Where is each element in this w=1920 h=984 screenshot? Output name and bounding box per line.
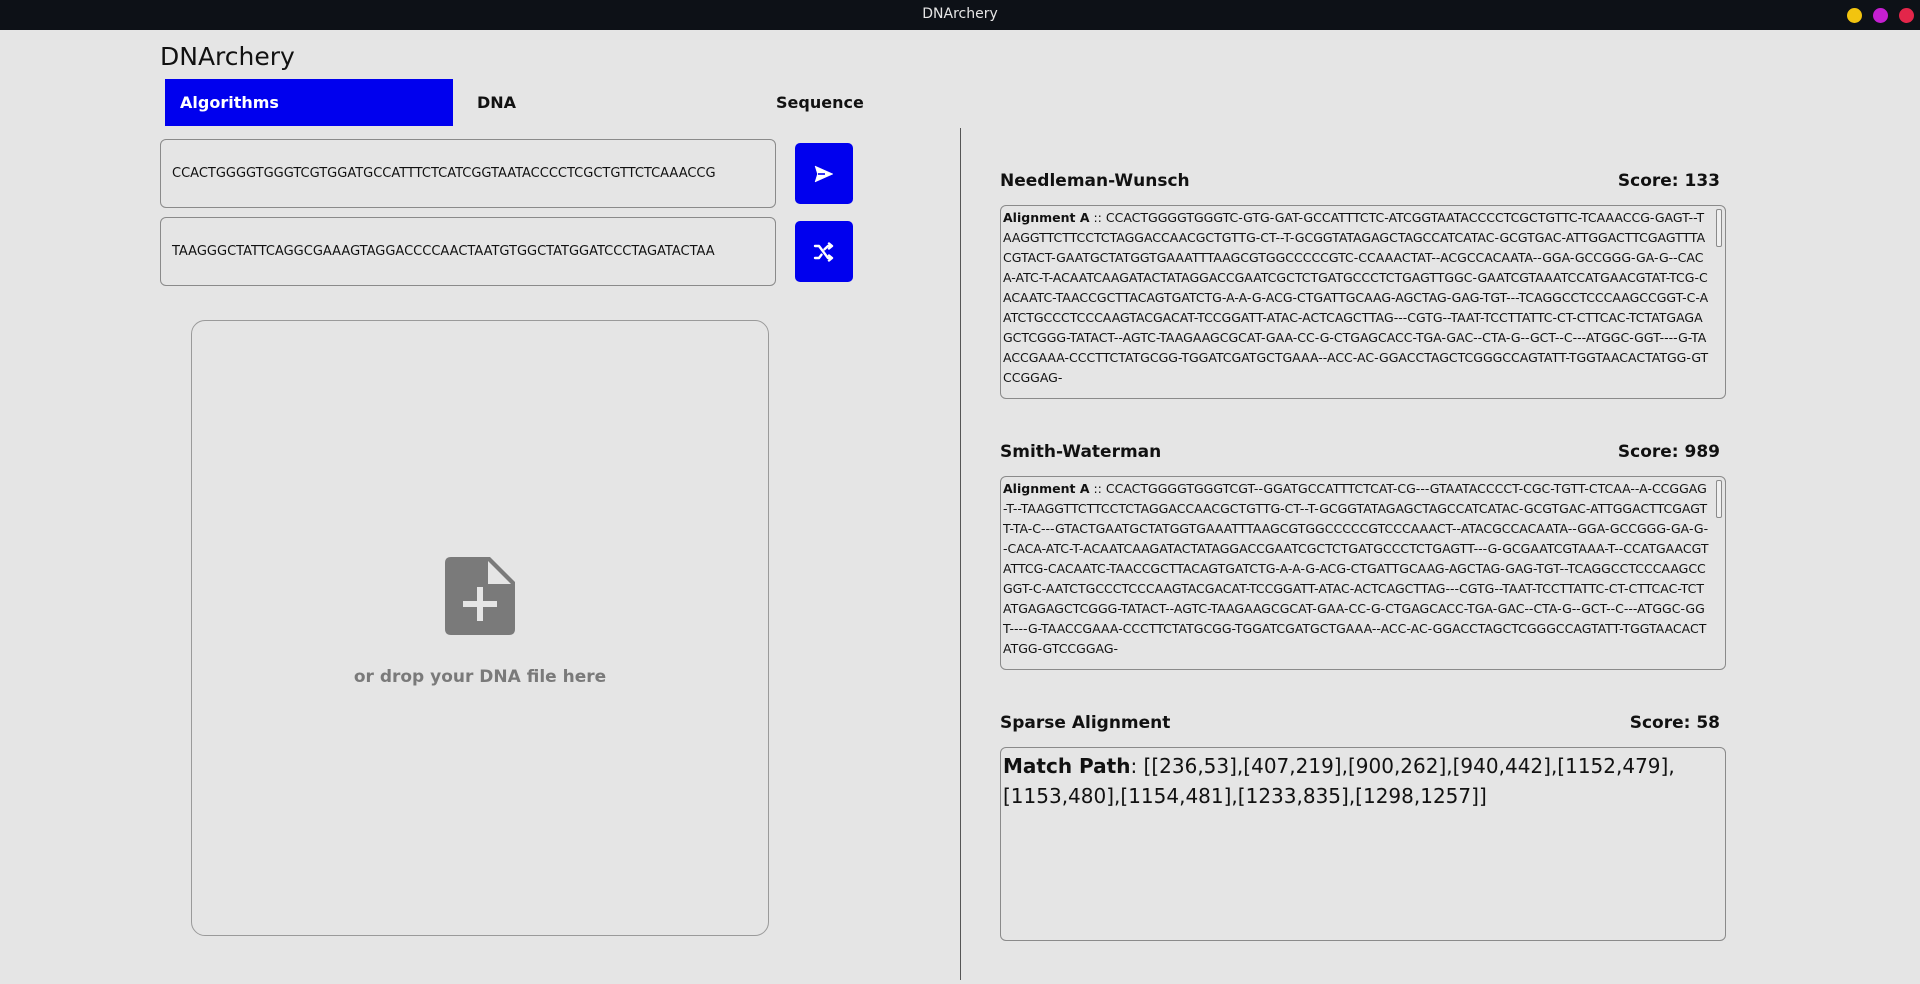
send-icon xyxy=(814,165,834,182)
alignment-label: Alignment A xyxy=(1003,481,1090,496)
needleman-wunsch-result[interactable]: Alignment A :: CCACTGGGGTGGGTC-GTG-GAT-G… xyxy=(1000,205,1726,399)
tab-algorithms[interactable]: Algorithms xyxy=(165,79,453,126)
scrollbar[interactable] xyxy=(1716,480,1722,518)
sequence-a-input[interactable]: CCACTGGGGTGGGTCGTGGATGCCATTTCTCATCGGTAAT… xyxy=(160,139,776,208)
tab-bar: Algorithms DNA Sequence xyxy=(165,79,905,126)
needleman-wunsch-score: Score: 133 xyxy=(1617,171,1720,191)
alignment-separator: :: xyxy=(1089,481,1106,496)
sparse-alignment-title: Sparse Alignment xyxy=(1000,713,1171,733)
maximize-window-button[interactable] xyxy=(1873,8,1888,23)
smith-waterman-title: Smith-Waterman xyxy=(1000,442,1162,462)
needleman-wunsch-title: Needleman-Wunsch xyxy=(1000,171,1190,191)
shuffle-sequences-button[interactable] xyxy=(795,221,853,282)
minimize-window-button[interactable] xyxy=(1847,8,1862,23)
file-dropzone[interactable]: or drop your DNA file here xyxy=(191,320,769,936)
sequence-b-input[interactable]: TAAGGGCTATTCAGGCGAAAGTAGGACCCCAACTAATGTG… xyxy=(160,217,776,286)
alignment-text: CCACTGGGGTGGGTCGT--GGATGCCATTTCTCAT-CG--… xyxy=(1003,481,1709,656)
file-add-icon xyxy=(445,557,515,635)
tab-dna[interactable]: DNA xyxy=(462,79,662,126)
window-titlebar: DNArchery xyxy=(0,0,1920,30)
panel-divider xyxy=(960,128,961,980)
tab-sequence[interactable]: Sequence xyxy=(761,79,961,126)
sparse-alignment-result[interactable]: Match Path: [[236,53],[407,219],[900,262… xyxy=(1000,747,1726,941)
scrollbar[interactable] xyxy=(1716,209,1722,247)
app-title: DNArchery xyxy=(160,42,295,71)
alignment-text: CCACTGGGGTGGGTC-GTG-GAT-GCCATTTCTC-ATCGG… xyxy=(1003,210,1709,385)
alignment-label: Alignment A xyxy=(1003,210,1090,225)
dropzone-text: or drop your DNA file here xyxy=(353,667,607,687)
alignment-separator: :: xyxy=(1089,210,1106,225)
smith-waterman-score: Score: 989 xyxy=(1617,442,1720,462)
match-path-label: Match Path xyxy=(1003,754,1131,778)
shuffle-icon xyxy=(813,241,834,262)
match-path-separator: : xyxy=(1130,754,1144,778)
smith-waterman-result[interactable]: Alignment A :: CCACTGGGGTGGGTCGT--GGATGC… xyxy=(1000,476,1726,670)
close-window-button[interactable] xyxy=(1899,8,1914,23)
run-alignment-button[interactable] xyxy=(795,143,853,204)
window-title: DNArchery xyxy=(922,6,998,22)
sparse-alignment-score: Score: 58 xyxy=(1629,713,1720,733)
